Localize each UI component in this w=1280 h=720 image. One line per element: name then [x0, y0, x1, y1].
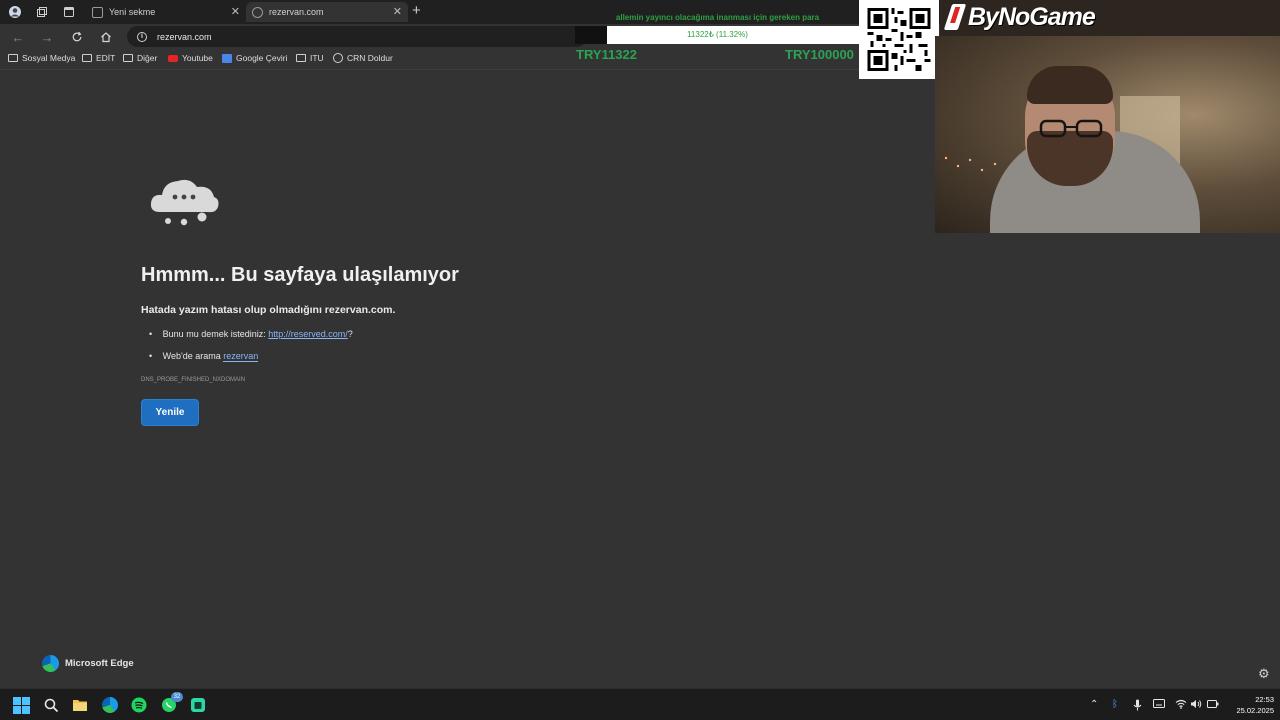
webcam-overlay — [935, 36, 1280, 233]
home-icon[interactable] — [96, 27, 116, 47]
suggested-link[interactable]: http://reserved.com/ — [268, 329, 348, 339]
start-windows-icon[interactable] — [11, 695, 31, 715]
youtube-icon — [168, 54, 178, 62]
donation-goal-title: allemin yayıncı olacağıma inanması için … — [615, 13, 820, 22]
folder-icon — [296, 54, 306, 62]
donation-progress-text: 11322₺ (11.32%) — [687, 30, 748, 39]
volume-icon[interactable] — [1190, 699, 1202, 712]
tab-rezervan[interactable]: rezervan.com ✕ — [246, 2, 408, 22]
whatsapp-unread-badge: 32 — [171, 692, 183, 702]
edge-brand-text: Microsoft Edge — [65, 658, 134, 669]
web-search-link[interactable]: rezervan — [223, 351, 259, 362]
error-subtitle: Hatada yazım hatası olup olmadığını reze… — [141, 304, 396, 316]
page-icon — [92, 6, 103, 18]
glasses-icon — [1039, 119, 1103, 138]
error-search-item: Web'de arama rezervan — [149, 351, 259, 362]
favorite-itu[interactable]: ITU — [296, 53, 324, 63]
file-explorer-icon[interactable] — [70, 695, 90, 715]
suggestion-suffix: ? — [347, 329, 353, 339]
tab-label: rezervan.com — [269, 7, 324, 17]
clock-time: 22:53 — [1255, 695, 1274, 704]
site-info-icon[interactable]: i — [137, 31, 147, 42]
error-cloud-icon — [150, 179, 219, 226]
reload-button[interactable]: Yenile — [141, 399, 199, 426]
workspaces-icon[interactable] — [31, 2, 53, 22]
globe-icon — [333, 53, 343, 63]
google-translate-icon — [222, 53, 232, 63]
back-arrow-icon[interactable]: ← — [8, 27, 28, 47]
favorite-label: Youtube — [182, 53, 213, 63]
tab-actions-icon[interactable] — [58, 2, 80, 22]
qr-code-image — [867, 8, 931, 71]
whatsapp-icon[interactable]: 32 — [159, 692, 183, 715]
tab-label: Yeni sekme — [109, 7, 156, 17]
clock-date: 25.02.2025 — [1236, 706, 1274, 715]
favorite-crn-doldur[interactable]: CRN Doldur — [333, 53, 393, 63]
tab-new-tab[interactable]: Yeni sekme ✕ — [86, 2, 246, 22]
close-tab-icon[interactable]: ✕ — [393, 5, 402, 18]
edge-taskbar-icon[interactable] — [100, 695, 120, 715]
gear-icon[interactable]: ⚙ — [1258, 666, 1270, 682]
folder-icon — [8, 54, 18, 62]
close-tab-icon[interactable]: ✕ — [231, 5, 240, 18]
forward-arrow-icon[interactable]: → — [37, 27, 57, 47]
channel-logo: ByNoGame — [940, 0, 1280, 36]
app-icon[interactable] — [188, 695, 208, 715]
webcam-person-hair — [1027, 66, 1113, 104]
spotify-icon[interactable] — [129, 695, 149, 715]
bluetooth-icon[interactable]: ᛒ — [1112, 699, 1118, 710]
refresh-icon[interactable] — [67, 27, 87, 47]
favorite-label: Google Çeviri — [236, 53, 288, 63]
favorite-label: Diğer — [137, 53, 158, 63]
channel-logo-text: ByNoGame — [968, 3, 1096, 31]
search-icon[interactable] — [41, 695, 61, 715]
bynogame-mark-icon — [943, 4, 967, 30]
address-bar[interactable]: i rezervan.com — [127, 26, 587, 47]
profile-icon[interactable] — [4, 2, 26, 22]
favorite-label: Sosyal Medya — [22, 53, 76, 63]
favorite-youtube[interactable]: Youtube — [168, 53, 213, 63]
system-clock[interactable]: 22:53 25.02.2025 — [1222, 694, 1274, 716]
folder-icon — [123, 54, 133, 62]
favorite-edit[interactable]: EDİT — [82, 53, 115, 63]
qr-code — [859, 0, 939, 79]
wifi-icon[interactable] — [1175, 699, 1187, 712]
folder-icon — [82, 54, 92, 62]
edge-branding: Microsoft Edge — [42, 655, 134, 672]
search-prefix: Web'de arama — [162, 351, 221, 361]
favorite-label: ITU — [310, 53, 324, 63]
error-code: DNS_PROBE_FINISHED_NXDOMAIN — [141, 377, 246, 383]
favorite-diger[interactable]: Diğer — [123, 53, 157, 63]
donation-target-label: TRY100000 — [785, 47, 854, 62]
battery-icon[interactable] — [1207, 699, 1219, 712]
donation-progress-bar: 11322₺ (11.32%) — [575, 26, 860, 44]
page-error-icon — [252, 6, 263, 18]
error-title: Hmmm... Bu sayfaya ulaşılamıyor — [141, 264, 459, 286]
favorite-google-ceviri[interactable]: Google Çeviri — [222, 53, 288, 63]
address-text: rezervan.com — [157, 31, 212, 42]
donation-current-label: TRY11322 — [576, 47, 637, 62]
keyboard-icon[interactable] — [1153, 699, 1165, 711]
microphone-icon[interactable] — [1133, 699, 1142, 714]
favorite-label: EDİT — [96, 53, 116, 63]
favorite-sosyal-medya[interactable]: Sosyal Medya — [8, 53, 75, 63]
suggestion-prefix: Bunu mu demek istediniz: — [162, 329, 266, 339]
chevron-up-icon[interactable]: ⌃ — [1090, 699, 1098, 710]
edge-logo-icon — [42, 655, 59, 672]
favorite-label: CRN Doldur — [347, 53, 393, 63]
new-tab-plus-icon[interactable]: + — [412, 2, 421, 19]
windows-taskbar: 32 ⌃ ᛒ 22:53 25.02.2025 — [0, 688, 1280, 720]
error-suggestion-item: Bunu mu demek istediniz: http://reserved… — [149, 329, 353, 339]
